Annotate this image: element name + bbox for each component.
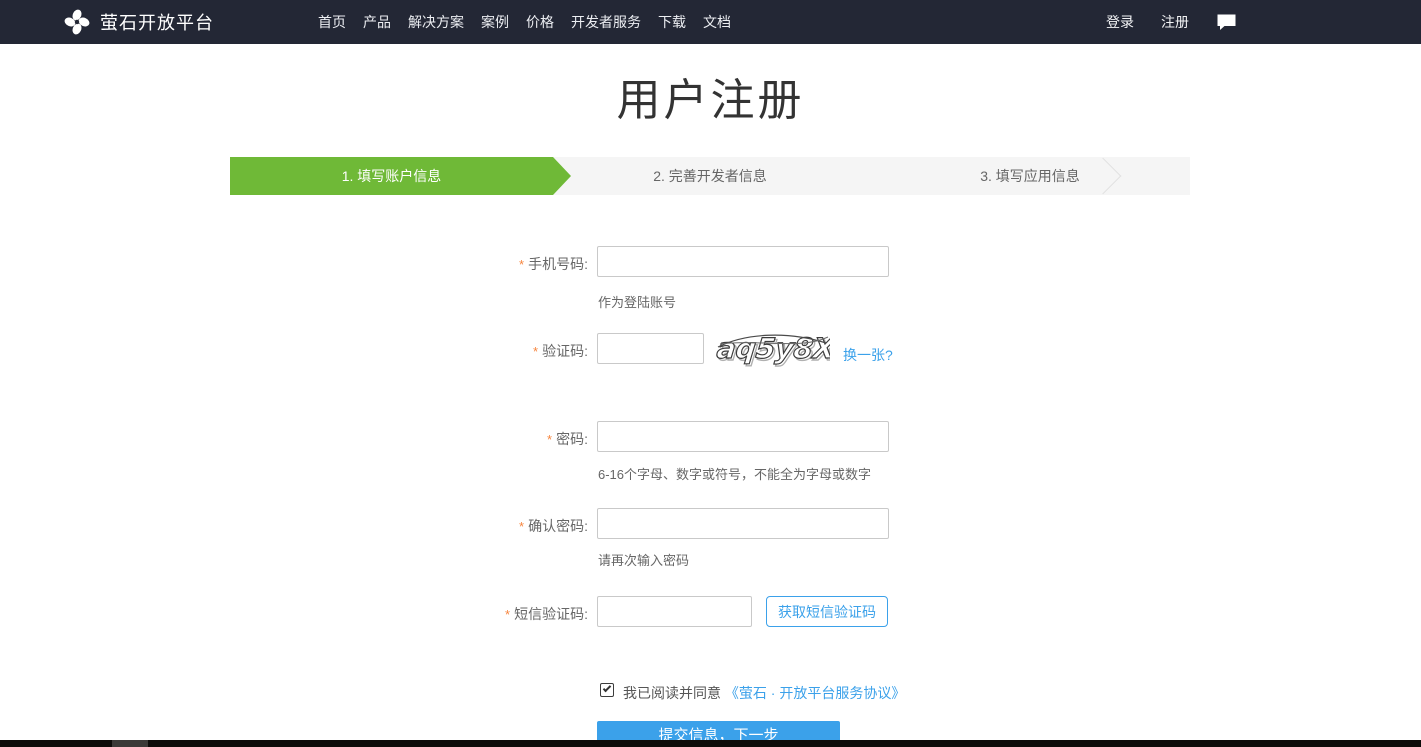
confirm-password-input[interactable]: [597, 508, 889, 539]
top-nav-bar: 萤石开放平台 首页 产品 解决方案 案例 价格 开发者服务 下载 文档 登录 注…: [0, 0, 1421, 44]
sms-code-input[interactable]: [597, 596, 752, 627]
captcha-input[interactable]: [597, 333, 704, 364]
required-mark: *: [547, 432, 552, 447]
nav-item-home[interactable]: 首页: [318, 12, 346, 32]
required-mark: *: [533, 344, 538, 359]
agreement-checkbox[interactable]: [600, 683, 614, 697]
nav-item-developer-services[interactable]: 开发者服务: [571, 12, 641, 32]
required-mark: *: [519, 519, 524, 534]
main-nav: 首页 产品 解决方案 案例 价格 开发者服务 下载 文档: [318, 0, 731, 44]
step-1-fill-account-info: 1. 填写账户信息: [230, 157, 571, 195]
password-hint: 6-16个字母、数字或符号，不能全为字母或数字: [598, 464, 871, 483]
phone-input[interactable]: [597, 246, 889, 277]
phone-label: *手机号码:: [438, 254, 588, 274]
step-indicator: 1. 填写账户信息 2. 完善开发者信息 3. 填写应用信息: [230, 157, 1190, 195]
register-link[interactable]: 注册: [1161, 12, 1189, 32]
password-input[interactable]: [597, 421, 889, 452]
sms-code-label: *短信验证码:: [438, 604, 588, 624]
nav-item-pricing[interactable]: 价格: [526, 12, 554, 32]
captcha-refresh-link[interactable]: 换一张?: [843, 345, 893, 365]
nav-item-products[interactable]: 产品: [363, 12, 391, 32]
svg-text:aq5y8X: aq5y8X: [716, 332, 830, 365]
taskbar-edge: [0, 740, 1421, 747]
taskbar-item-highlight: [112, 740, 148, 747]
password-label: *密码:: [438, 429, 588, 449]
step-2-developer-info: 2. 完善开发者信息: [550, 157, 870, 195]
confirm-password-label: *确认密码:: [438, 516, 588, 536]
agreement-text: 我已阅读并同意 《萤石 · 开放平台服务协议》: [623, 683, 905, 703]
chat-bubble-icon[interactable]: [1216, 13, 1237, 31]
nav-right: 登录 注册: [1106, 0, 1237, 44]
get-sms-code-button[interactable]: 获取短信验证码: [766, 596, 888, 627]
nav-item-cases[interactable]: 案例: [481, 12, 509, 32]
step-3-application-info: 3. 填写应用信息: [870, 157, 1190, 195]
brand-logo-icon: [64, 9, 90, 35]
service-agreement-link[interactable]: 《萤石 · 开放平台服务协议》: [725, 685, 905, 701]
required-mark: *: [519, 257, 524, 272]
captcha-label: *验证码:: [438, 341, 588, 361]
brand[interactable]: 萤石开放平台: [64, 0, 214, 44]
confirm-password-hint: 请再次输入密码: [598, 550, 689, 569]
phone-hint: 作为登陆账号: [598, 292, 676, 311]
required-mark: *: [505, 607, 510, 622]
nav-item-docs[interactable]: 文档: [703, 12, 731, 32]
brand-name: 萤石开放平台: [100, 9, 214, 35]
page-title: 用户注册: [0, 64, 1421, 128]
captcha-image[interactable]: aq5y8X aq5y8X: [716, 330, 830, 368]
nav-item-download[interactable]: 下载: [658, 12, 686, 32]
login-link[interactable]: 登录: [1106, 12, 1134, 32]
nav-item-solutions[interactable]: 解决方案: [408, 12, 464, 32]
registration-page: 萤石开放平台 首页 产品 解决方案 案例 价格 开发者服务 下载 文档 登录 注…: [0, 0, 1421, 747]
check-mark-icon: [603, 684, 611, 692]
